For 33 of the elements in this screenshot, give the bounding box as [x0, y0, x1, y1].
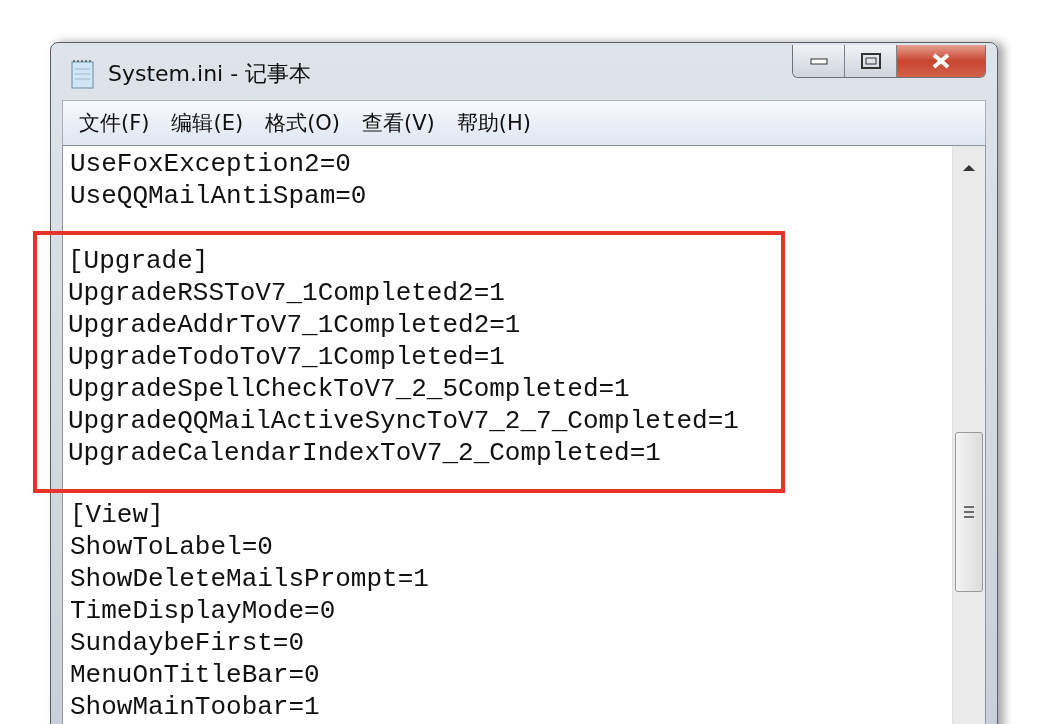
- text-line: UpgradeAddrToV7_1Completed2=1: [68, 309, 522, 341]
- vertical-scrollbar[interactable]: [952, 146, 985, 724]
- text-line: [View]: [70, 499, 165, 531]
- minimize-button[interactable]: [793, 45, 845, 77]
- notepad-icon: [70, 59, 96, 89]
- text-line: UpgradeTodoToV7_1Completed=1: [68, 341, 506, 373]
- text-line: UpgradeRSSToV7_1Completed2=1: [68, 277, 506, 309]
- text-line: TimeDisplayMode=0: [70, 595, 337, 627]
- text-line: ShowMainToobar=1: [70, 691, 321, 723]
- menu-item[interactable]: 文件(F): [69, 105, 160, 141]
- text-line: UpgradeCalendarIndexToV7_2_Completed=1: [68, 437, 662, 469]
- maximize-button[interactable]: [845, 45, 897, 77]
- text-line: MenuOnTitleBar=0: [70, 659, 321, 691]
- text-line: SundaybeFirst=0: [70, 627, 306, 659]
- text-line: ShowToLabel=0: [70, 531, 274, 563]
- menu-item[interactable]: 帮助(H): [446, 105, 541, 141]
- close-icon: [930, 52, 952, 70]
- text-line: [Upgrade]: [68, 245, 210, 277]
- close-button[interactable]: [897, 45, 985, 77]
- scroll-thumb[interactable]: [955, 432, 983, 592]
- text-line: UseFoxException2=0: [70, 148, 352, 180]
- grip-icon: [963, 505, 975, 519]
- text-line: UpgradeSpellCheckToV7_2_5Completed=1: [68, 373, 631, 405]
- menu-item[interactable]: 查看(V): [352, 105, 445, 141]
- minimize-icon: [809, 57, 828, 65]
- maximize-icon: [860, 53, 881, 69]
- window-title: System.ini - 记事本: [108, 60, 312, 88]
- menu-item[interactable]: 格式(O): [255, 105, 351, 141]
- text-line: UpgradeQQMailActiveSyncToV7_2_7_Completed=1: [68, 405, 740, 437]
- menu-item[interactable]: 编辑(E): [161, 105, 254, 141]
- text-line: ShowDeleteMailsPrompt=1: [70, 563, 430, 595]
- text-line: UseQQMailAntiSpam=0: [70, 180, 368, 212]
- scroll-up-icon[interactable]: [962, 164, 976, 172]
